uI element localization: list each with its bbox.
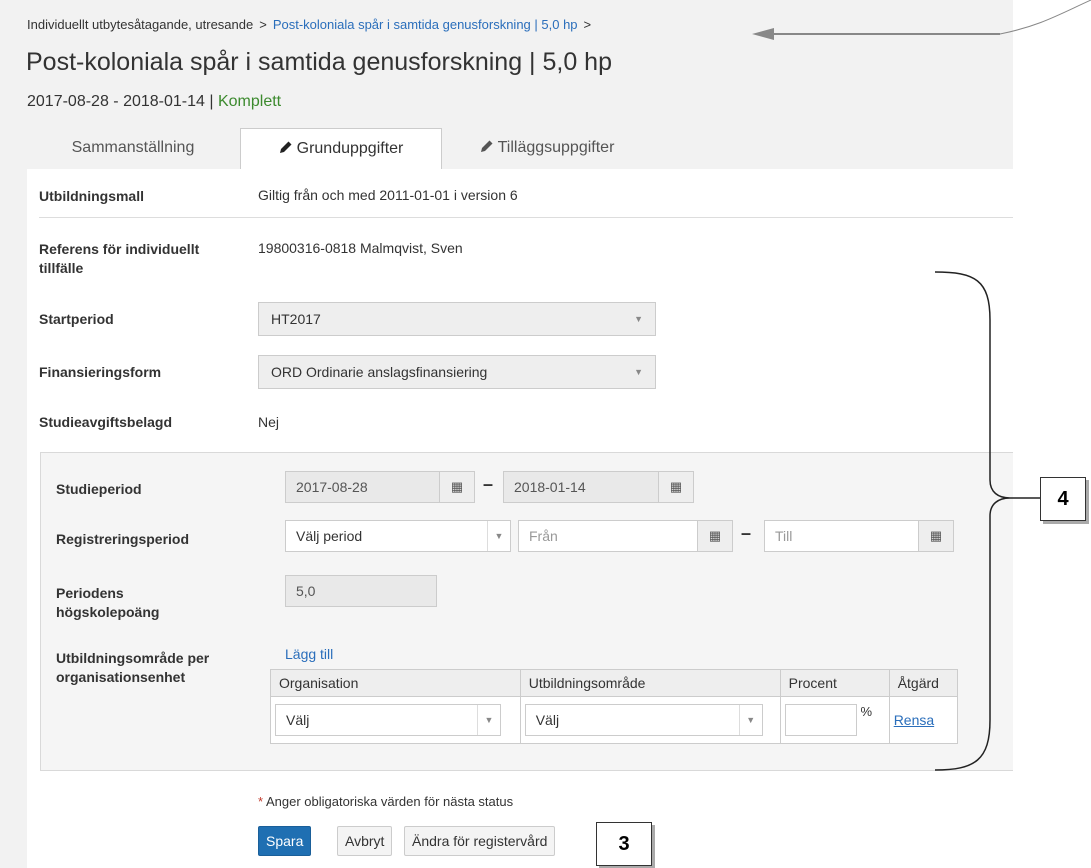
caret-down-icon: ▼ [634, 367, 643, 377]
table-header-row: Organisation Utbildningsområde Procent Å… [270, 669, 959, 697]
utbildningsomrade-table: Organisation Utbildningsområde Procent Å… [270, 669, 959, 744]
percent-sign: % [860, 704, 873, 719]
calendar-icon[interactable]: ▦ [697, 520, 733, 552]
required-star: * [258, 794, 264, 809]
tab-sammanstallning[interactable]: Sammanställning [27, 128, 239, 168]
select-value: HT2017 [271, 311, 321, 327]
cancel-button[interactable]: Avbryt [337, 826, 393, 856]
tab-label: Grunduppgifter [296, 140, 404, 157]
breadcrumb: Individuellt utbytesåtagande, utresande >… [27, 17, 597, 32]
caret-down-icon: ▼ [738, 705, 762, 735]
caret-down-icon: ▼ [477, 705, 500, 735]
utbildningsomrade-select[interactable]: Välj ▼ [524, 704, 763, 736]
divider [39, 217, 1013, 218]
periodens-hp-label: Periodens högskolepoäng [56, 585, 160, 620]
referens-label: Referens för individuellt tillfälle [39, 241, 200, 276]
status-label: Komplett [217, 93, 282, 110]
breadcrumb-parent[interactable]: Individuellt utbytesåtagande, utresande [27, 17, 253, 32]
page-title: Post-koloniala spår i samtida genusforsk… [26, 48, 612, 76]
studieperiod-label: Studieperiod [56, 481, 142, 497]
breadcrumb-current-link[interactable]: Post-koloniala spår i samtida genusforsk… [273, 17, 578, 32]
select-value: Välj period [296, 528, 363, 544]
column-header: Utbildningsområde [519, 669, 781, 697]
studieperiod-to-input[interactable]: 2018-01-14 [503, 471, 659, 503]
select-value: Välj [535, 712, 560, 728]
page-background: Individuellt utbytesåtagande, utresande >… [0, 0, 1013, 868]
date-range: 2017-08-28 - 2018-01-14 | [27, 93, 214, 110]
procent-cell: % [779, 696, 890, 744]
registreringsperiod-label: Registreringsperiod [56, 531, 190, 547]
pencil-icon [480, 140, 493, 152]
change-registry-button[interactable]: Ändra för registervård [404, 826, 556, 856]
breadcrumb-separator: > [259, 17, 267, 32]
column-header: Åtgärd [888, 669, 959, 697]
breadcrumb-separator: > [583, 17, 592, 32]
caret-down-icon: ▼ [634, 314, 643, 324]
caret-down-icon: ▼ [487, 521, 510, 551]
registreringsperiod-select[interactable]: Välj period ▼ [285, 520, 511, 552]
procent-input[interactable] [784, 704, 857, 736]
utbildningsomrade-label: Utbildningsområde per organisationsenhet [56, 650, 210, 685]
column-header: Organisation [270, 669, 521, 697]
tab-tillaggsuppgifter[interactable]: Tilläggsuppgifter [447, 128, 647, 168]
tab-label: Sammanställning [71, 139, 195, 156]
utbildningsmall-label: Utbildningsmall [39, 188, 144, 204]
startperiod-select[interactable]: HT2017 ▼ [258, 302, 656, 336]
utbildningsmall-value: Giltig från och med 2011-01-01 i version… [258, 187, 518, 203]
referens-value: 19800316-0818 Malmqvist, Sven [258, 240, 463, 256]
page-subtitle: 2017-08-28 - 2018-01-14 | Komplett [27, 93, 281, 111]
atgard-cell: Rensa [888, 696, 959, 744]
callout-four: 4 [1040, 477, 1086, 521]
studieperiod-from-input[interactable]: 2017-08-28 [285, 471, 440, 503]
periodens-hp-input[interactable]: 5,0 [285, 575, 437, 607]
select-value: Välj [286, 712, 310, 728]
tab-grunduppgifter[interactable]: Grunduppgifter [240, 128, 442, 171]
tab-label: Tilläggsuppgifter [497, 139, 615, 156]
required-note: * Anger obligatoriska värden för nästa s… [258, 794, 513, 809]
finansieringsform-label: Finansieringsform [39, 364, 162, 380]
calendar-icon[interactable]: ▦ [439, 471, 475, 503]
add-row-link[interactable]: Lägg till [285, 646, 333, 662]
calendar-icon[interactable]: ▦ [918, 520, 954, 552]
omrade-cell: Välj ▼ [519, 696, 781, 744]
calendar-icon[interactable]: ▦ [658, 471, 694, 503]
callout-three: 3 [596, 822, 652, 866]
arrow-curve [999, 0, 1091, 35]
pencil-icon [279, 141, 292, 153]
form-panel: Utbildningsmall Giltig från och med 2011… [27, 169, 1013, 868]
select-value: ORD Ordinarie anslagsfinansiering [271, 364, 488, 380]
studieavgift-label: Studieavgiftsbelagd [39, 414, 173, 430]
registreringsperiod-to-input[interactable]: Till [764, 520, 919, 552]
column-header: Procent [779, 669, 890, 697]
organisation-cell: Välj ▼ [270, 696, 521, 744]
save-button[interactable]: Spara [258, 826, 312, 856]
finansieringsform-select[interactable]: ORD Ordinarie anslagsfinansiering ▼ [258, 355, 656, 389]
startperiod-label: Startperiod [39, 311, 114, 327]
organisation-select[interactable]: Välj ▼ [275, 704, 501, 736]
range-dash: – [741, 523, 752, 543]
range-dash: – [483, 474, 494, 494]
required-text: Anger obligatoriska värden för nästa sta… [265, 794, 514, 809]
rensa-link[interactable]: Rensa [894, 712, 934, 728]
studieavgift-value: Nej [258, 414, 280, 430]
registreringsperiod-from-input[interactable]: Från [518, 520, 698, 552]
table-row: Välj ▼ Välj ▼ % Rensa [270, 696, 959, 744]
